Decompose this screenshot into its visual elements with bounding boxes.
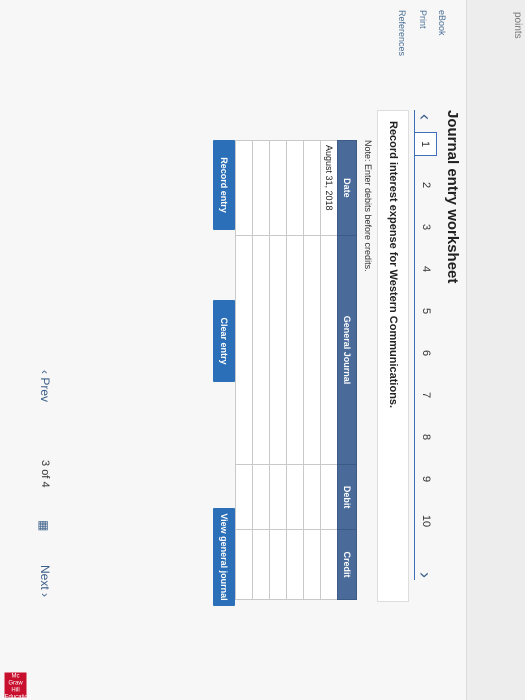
debit-input[interactable] <box>303 464 321 530</box>
journal-table: Date General Journal Debit Credit August… <box>235 140 357 600</box>
header-journal: General Journal <box>337 235 357 465</box>
mcgraw-hill-logo: Mc Graw Hill Education <box>4 672 32 700</box>
tab-9[interactable]: 9 <box>420 468 432 490</box>
date-cell <box>269 140 287 236</box>
left-nav: eBook Print References <box>0 0 465 110</box>
page-current: 3 <box>39 460 51 467</box>
points-label: points <box>512 12 523 39</box>
account-select[interactable] <box>320 235 338 465</box>
top-bar: points <box>466 0 525 700</box>
clear-entry-button[interactable]: Clear entry <box>213 300 235 382</box>
date-cell: August 31, 2018 <box>320 140 338 236</box>
credit-input[interactable] <box>286 529 304 600</box>
header-date: Date <box>337 140 357 236</box>
account-select[interactable] <box>252 235 270 465</box>
credit-input[interactable] <box>235 529 253 600</box>
tab-strip: ‹ 1 2 3 4 5 6 7 8 9 10 › <box>411 110 437 600</box>
tab-5[interactable]: 5 <box>420 300 432 322</box>
tab-3[interactable]: 3 <box>420 216 432 238</box>
screen: points eBook Print References Journal en… <box>0 0 525 700</box>
tab-6[interactable]: 6 <box>420 342 432 364</box>
tab-prev-icon[interactable]: ‹ <box>414 114 435 120</box>
account-select[interactable] <box>235 235 253 465</box>
debit-input[interactable] <box>269 464 287 530</box>
prompt-box: Record interest expense for Western Comm… <box>377 110 409 602</box>
prompt-text: Record interest expense for Western Comm… <box>387 121 399 409</box>
prev-button[interactable]: ‹ Prev <box>38 370 52 402</box>
header-credit: Credit <box>337 529 357 600</box>
nav-references[interactable]: References <box>397 10 407 110</box>
account-select[interactable] <box>269 235 287 465</box>
credit-input[interactable] <box>269 529 287 600</box>
tab-10[interactable]: 10 <box>420 510 432 532</box>
nav-ebook[interactable]: eBook <box>437 10 447 110</box>
page-indicator: 3 of 4 <box>39 460 51 488</box>
debit-input[interactable] <box>252 464 270 530</box>
date-cell <box>286 140 304 236</box>
tab-1[interactable]: 1 <box>414 132 437 156</box>
tab-next-icon[interactable]: › <box>414 572 435 578</box>
debit-input[interactable] <box>235 464 253 530</box>
table-row <box>286 140 304 600</box>
table-row <box>303 140 321 600</box>
grid-icon[interactable]: ▦ <box>37 520 51 531</box>
tab-7[interactable]: 7 <box>420 384 432 406</box>
date-cell <box>252 140 270 236</box>
tab-2[interactable]: 2 <box>420 174 432 196</box>
credit-input[interactable] <box>303 529 321 600</box>
note-text: Note: Enter debits before credits. <box>363 140 373 272</box>
debit-input[interactable] <box>320 464 338 530</box>
view-general-journal-button[interactable]: View general journal <box>213 508 235 606</box>
page-total: 4 <box>39 481 51 488</box>
footer-nav: ‹ Prev 3 of 4 ▦ Next › <box>29 370 57 670</box>
header-debit: Debit <box>337 464 357 530</box>
page-of: of <box>39 469 51 479</box>
debit-input[interactable] <box>286 464 304 530</box>
credit-input[interactable] <box>320 529 338 600</box>
tab-8[interactable]: 8 <box>420 426 432 448</box>
credit-input[interactable] <box>252 529 270 600</box>
account-select[interactable] <box>286 235 304 465</box>
table-row <box>252 140 270 600</box>
date-cell <box>235 140 253 236</box>
tab-4[interactable]: 4 <box>420 258 432 280</box>
table-row <box>235 140 253 600</box>
date-cell <box>303 140 321 236</box>
page-title: Journal entry worksheet <box>444 110 461 284</box>
next-button[interactable]: Next › <box>38 565 52 597</box>
tab-underline <box>414 110 415 580</box>
table-row: August 31, 2018 <box>320 140 338 600</box>
table-row <box>269 140 287 600</box>
record-entry-button[interactable]: Record entry <box>213 140 235 230</box>
account-select[interactable] <box>303 235 321 465</box>
nav-print[interactable]: Print <box>418 10 428 110</box>
